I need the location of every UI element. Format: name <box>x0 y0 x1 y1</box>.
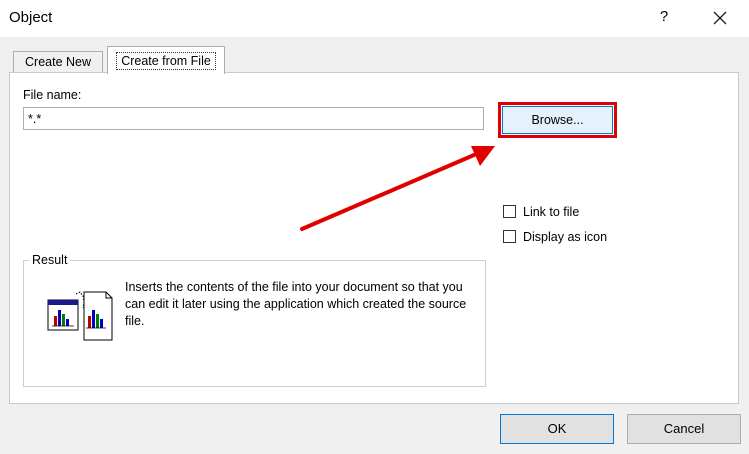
browse-button[interactable]: Browse... <box>502 106 613 134</box>
close-icon <box>713 11 727 25</box>
result-legend: Result <box>29 253 71 267</box>
link-to-file-checkbox[interactable] <box>503 205 516 218</box>
display-as-icon-checkbox[interactable] <box>503 230 516 243</box>
dialog-title: Object <box>9 9 53 26</box>
embed-document-icon <box>47 291 113 341</box>
close-button[interactable] <box>708 6 732 30</box>
result-description: Inserts the contents of the file into yo… <box>125 280 467 328</box>
cancel-button[interactable]: Cancel <box>627 414 741 444</box>
file-name-input[interactable] <box>23 107 484 130</box>
tab-create-new[interactable]: Create New <box>13 51 103 73</box>
ok-button[interactable]: OK <box>500 414 614 444</box>
file-name-label: File name: <box>23 88 82 102</box>
tab-create-new-label: Create New <box>25 55 91 69</box>
help-button[interactable]: ? <box>655 8 673 28</box>
tab-create-from-file-label: Create from File <box>116 52 216 70</box>
display-as-icon-label[interactable]: Display as icon <box>523 230 607 244</box>
tab-create-from-file[interactable]: Create from File <box>107 46 225 74</box>
link-to-file-label[interactable]: Link to file <box>523 205 579 219</box>
